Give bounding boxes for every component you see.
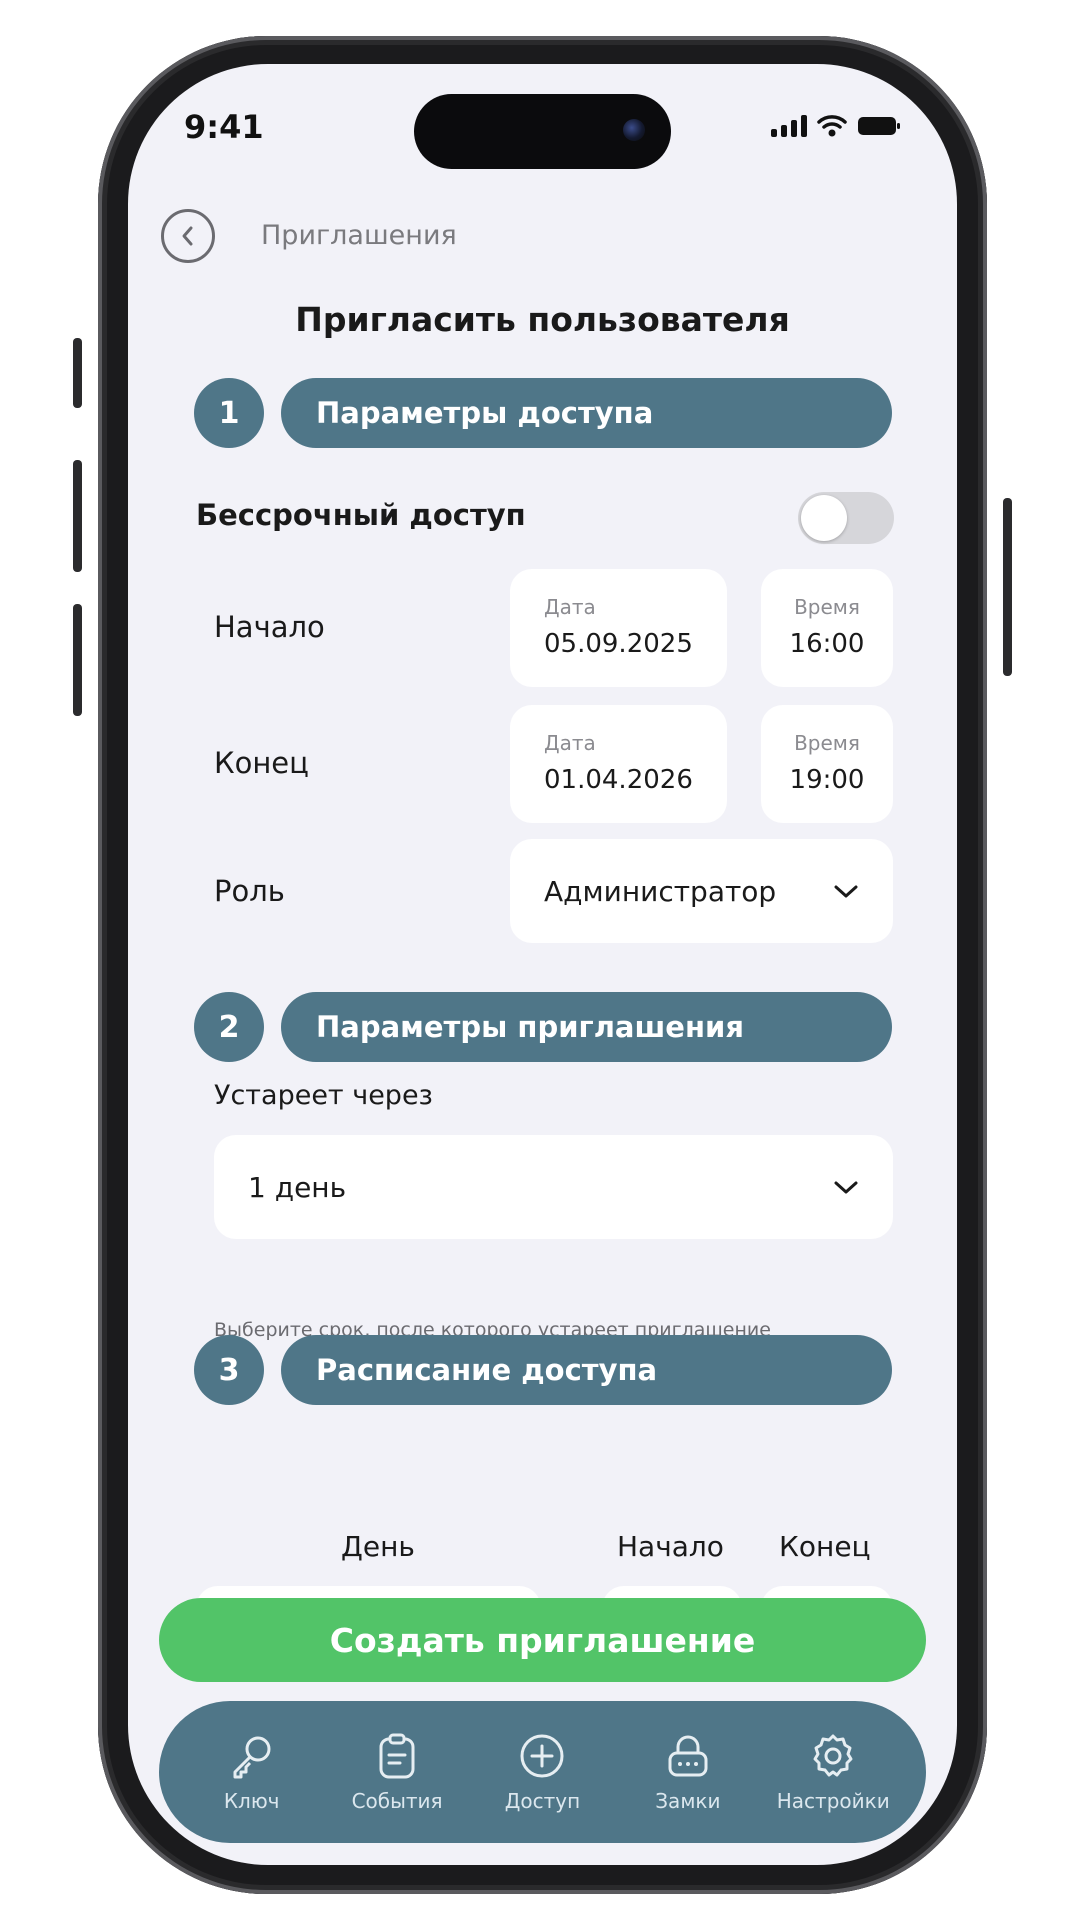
toggle-knob bbox=[801, 495, 847, 541]
tab-events[interactable]: События bbox=[332, 1731, 462, 1813]
end-date-value: 01.04.2026 bbox=[544, 765, 693, 795]
tab-events-label: События bbox=[351, 1789, 443, 1813]
step-3-number: 3 bbox=[194, 1335, 264, 1405]
schedule-col-start: Начало bbox=[617, 1530, 724, 1563]
schedule-col-end: Конец bbox=[779, 1530, 871, 1563]
app-screen: 9:41 Приглашения Пригласить пользователя… bbox=[128, 64, 957, 1865]
step-2-header: Параметры приглашения bbox=[281, 992, 892, 1062]
battery-icon bbox=[858, 117, 900, 135]
role-label: Роль bbox=[214, 874, 285, 908]
dynamic-island bbox=[414, 94, 671, 169]
start-date-caption: Дата bbox=[544, 595, 596, 619]
tab-access[interactable]: Доступ bbox=[477, 1731, 607, 1813]
start-label: Начало bbox=[214, 610, 325, 644]
end-time-value: 19:00 bbox=[789, 765, 865, 795]
plus-circle-icon bbox=[520, 1734, 564, 1778]
chevron-left-icon bbox=[182, 226, 193, 246]
step-1-header: Параметры доступа bbox=[281, 378, 892, 448]
phone-volume-down-button bbox=[73, 604, 82, 716]
back-link-invitations[interactable]: Приглашения bbox=[261, 220, 457, 251]
status-icons bbox=[771, 114, 901, 138]
end-label: Конец bbox=[214, 746, 309, 780]
tab-locks[interactable]: Замки bbox=[623, 1731, 753, 1813]
back-button[interactable] bbox=[161, 209, 215, 263]
expires-select[interactable]: 1 день bbox=[214, 1135, 893, 1239]
wifi-icon bbox=[817, 115, 847, 137]
schedule-col-day: День bbox=[341, 1530, 415, 1563]
tab-settings[interactable]: Настройки bbox=[768, 1731, 898, 1813]
start-time-caption: Время bbox=[794, 595, 860, 619]
page-title: Пригласить пользователя bbox=[295, 300, 790, 339]
tab-settings-label: Настройки bbox=[776, 1789, 890, 1813]
start-time-value: 16:00 bbox=[789, 629, 865, 659]
end-date-caption: Дата bbox=[544, 731, 596, 755]
chevron-down-icon bbox=[834, 885, 858, 898]
tab-access-label: Доступ bbox=[504, 1789, 581, 1813]
expires-label: Устареет через bbox=[214, 1080, 433, 1111]
role-select[interactable]: Администратор bbox=[510, 839, 893, 943]
phone-volume-up-button bbox=[73, 460, 82, 572]
lock-icon bbox=[668, 1735, 708, 1777]
step-2-number: 2 bbox=[194, 992, 264, 1062]
camera-icon bbox=[623, 119, 645, 141]
step-3-header: Расписание доступа bbox=[281, 1335, 892, 1405]
gear-icon bbox=[813, 1734, 853, 1777]
chevron-down-icon bbox=[834, 1181, 858, 1194]
end-date-field[interactable]: Дата 01.04.2026 bbox=[510, 705, 727, 823]
status-time: 9:41 bbox=[184, 108, 264, 146]
role-select-value: Администратор bbox=[544, 874, 777, 908]
start-time-field[interactable]: Время 16:00 bbox=[761, 569, 893, 687]
start-date-field[interactable]: Дата 05.09.2025 bbox=[510, 569, 727, 687]
tab-key-label: Ключ bbox=[223, 1789, 280, 1813]
expires-select-value: 1 день bbox=[248, 1170, 347, 1204]
cellular-signal-icon bbox=[771, 115, 807, 137]
step-1-number: 1 bbox=[194, 378, 264, 448]
unlimited-access-toggle[interactable] bbox=[798, 492, 894, 544]
tab-locks-label: Замки bbox=[655, 1789, 721, 1813]
bottom-tab-bar: Ключ События Доступ Замки Настройки bbox=[159, 1701, 926, 1843]
create-invitation-button[interactable]: Создать приглашение bbox=[159, 1598, 926, 1682]
end-time-caption: Время bbox=[794, 731, 860, 755]
clipboard-icon bbox=[379, 1733, 415, 1779]
tab-key[interactable]: Ключ bbox=[187, 1731, 317, 1813]
unlimited-access-label: Бессрочный доступ bbox=[196, 498, 526, 532]
key-icon bbox=[233, 1736, 271, 1779]
phone-power-button bbox=[1003, 498, 1012, 676]
end-time-field[interactable]: Время 19:00 bbox=[761, 705, 893, 823]
phone-action-button bbox=[73, 338, 82, 408]
start-date-value: 05.09.2025 bbox=[544, 629, 693, 659]
